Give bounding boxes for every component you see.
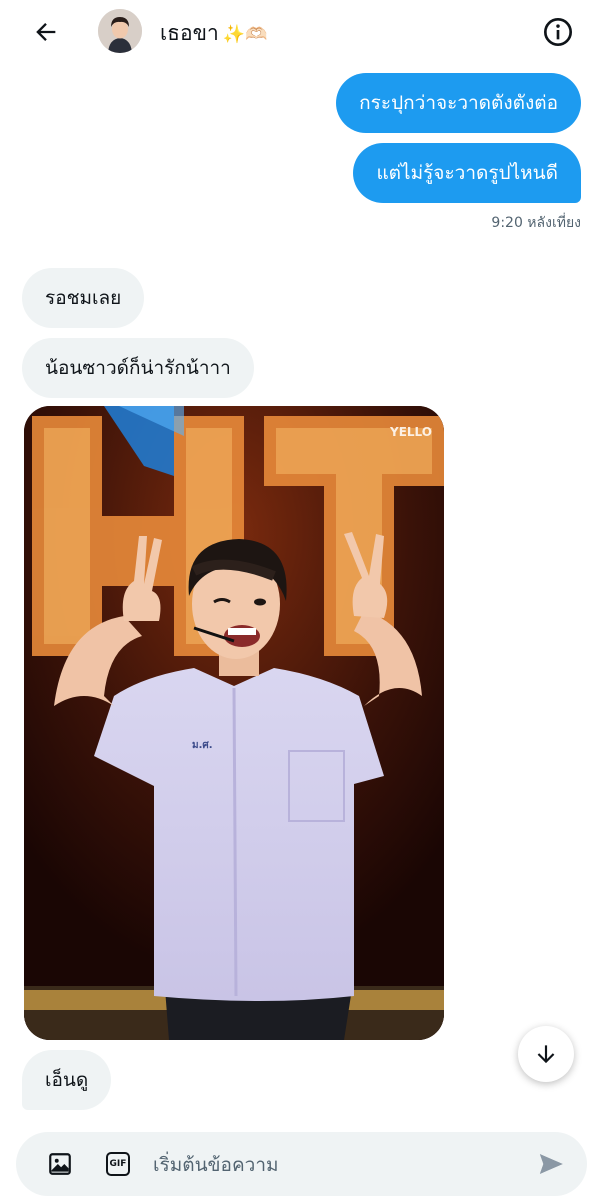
- avatar[interactable]: [98, 9, 142, 53]
- contact-name[interactable]: เธอขา ✨🫶🏻: [160, 18, 268, 50]
- info-button[interactable]: [540, 14, 576, 50]
- arrow-left-icon: [36, 23, 56, 41]
- back-button[interactable]: [28, 14, 64, 50]
- info-icon: [544, 18, 572, 46]
- sent-message[interactable]: แต่ไม่รู้จะวาดรูปไหนดี: [353, 143, 581, 203]
- message-text: เอ็นดู: [45, 1069, 89, 1091]
- contact-name-text: เธอขา: [160, 21, 219, 45]
- image-icon: [49, 1153, 71, 1175]
- sent-message[interactable]: กระปุกว่าจะวาดตังตังต่อ: [336, 73, 581, 133]
- received-message[interactable]: รอชมเลย: [22, 268, 145, 328]
- received-message[interactable]: น้อนซาวด์ก็น่ารักน้าาา: [22, 338, 254, 398]
- message-text: กระปุกว่าจะวาดตังตังต่อ: [359, 92, 558, 114]
- contact-emojis: ✨🫶🏻: [222, 24, 268, 45]
- send-button[interactable]: [536, 1150, 566, 1178]
- send-icon: [539, 1154, 563, 1174]
- arrow-down-icon: [537, 1045, 555, 1064]
- message-composer: GIF เริ่มต้นข้อความ: [16, 1132, 587, 1196]
- add-image-button[interactable]: [46, 1150, 74, 1178]
- shirt-badge-text: ม.ศ.: [192, 740, 213, 751]
- message-text: น้อนซาวด์ก็น่ารักน้าาา: [45, 357, 231, 379]
- received-message[interactable]: เอ็นดู: [22, 1050, 112, 1110]
- message-text: แต่ไม่รู้จะวาดรูปไหนดี: [376, 162, 558, 184]
- message-text: รอชมเลย: [45, 287, 122, 309]
- message-input[interactable]: เริ่มต้นข้อความ: [153, 1152, 279, 1178]
- message-timestamp: 9:20 หลังเที่ยง: [491, 215, 581, 231]
- scroll-to-bottom-button[interactable]: [518, 1026, 574, 1082]
- message-photo[interactable]: YELLO ม.ศ.: [24, 406, 444, 1040]
- gif-icon: GIF: [106, 1152, 130, 1176]
- photo-watermark: YELLO: [389, 425, 432, 439]
- conversation-header: เธอขา ✨🫶🏻: [0, 0, 603, 64]
- add-gif-button[interactable]: GIF: [104, 1150, 132, 1178]
